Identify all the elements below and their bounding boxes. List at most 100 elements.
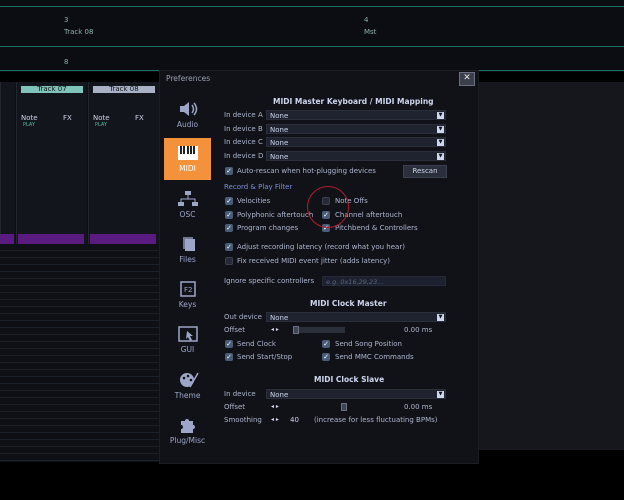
- puzzle-icon: [180, 419, 195, 433]
- nav-gui[interactable]: GUI: [164, 319, 211, 361]
- send-start-stop-checkbox[interactable]: ✓: [225, 353, 233, 361]
- send-start-stop-label: Send Start/Stop: [237, 353, 293, 361]
- in-device-b-select[interactable]: None ▼: [266, 124, 446, 134]
- smoothing-value[interactable]: 40: [290, 416, 299, 424]
- meter-rows: [0, 244, 160, 462]
- track-name: Mst: [364, 28, 377, 36]
- piano-keys-icon: [177, 146, 198, 160]
- velocities-label: Velocities: [237, 197, 271, 205]
- annotation-circle: [307, 186, 349, 228]
- auto-rescan-label: Auto-rescan when hot-plugging devices: [237, 167, 376, 175]
- strip-name: Track 08: [93, 86, 155, 93]
- cursor-window-icon: [177, 326, 198, 342]
- fx-label: FX: [63, 114, 72, 122]
- keyboard-key-icon: F2: [179, 281, 196, 297]
- network-icon: [177, 191, 198, 206]
- nav-osc[interactable]: OSC: [164, 184, 211, 226]
- master-offset-slider[interactable]: [293, 327, 345, 333]
- purple-band: [90, 234, 156, 244]
- chevron-down-icon: ▼: [437, 139, 444, 146]
- smoothing-label: Smoothing: [224, 416, 262, 424]
- fx-label: FX: [135, 114, 144, 122]
- chevron-down-icon: ▼: [437, 126, 444, 133]
- nav-label: OSC: [179, 210, 196, 219]
- nav-label: Keys: [178, 300, 197, 309]
- program-changes-label: Program changes: [237, 224, 299, 232]
- palette-icon: [179, 372, 199, 388]
- track-number: 8: [64, 58, 69, 66]
- master-offset-value: 0.00 ms: [404, 326, 433, 334]
- nav-label: MIDI: [179, 164, 196, 173]
- track-arranger: 3 4 Track 08 Mst 8: [0, 0, 624, 72]
- in-device-d-label: In device D: [224, 152, 264, 160]
- pitchbend-label: Pitchbend & Controllers: [335, 224, 418, 232]
- play-badge: PLAY: [95, 122, 108, 128]
- in-device-c-select[interactable]: None ▼: [266, 137, 446, 147]
- nav-plug-misc[interactable]: Plug/Misc: [164, 410, 211, 452]
- speaker-icon: [179, 102, 197, 116]
- section-title-clock-master: MIDI Clock Master: [310, 299, 387, 308]
- program-changes-checkbox[interactable]: ✓: [225, 224, 233, 232]
- chevron-down-icon: ▼: [437, 391, 444, 398]
- close-button[interactable]: ✕: [459, 72, 475, 86]
- send-mmc-checkbox[interactable]: ✓: [322, 353, 330, 361]
- poly-aftertouch-checkbox[interactable]: ✓: [225, 211, 233, 219]
- purple-band: [0, 234, 14, 244]
- chevron-down-icon: ▼: [437, 112, 444, 119]
- nav-theme[interactable]: Theme: [164, 365, 211, 407]
- poly-aftertouch-label: Polyphonic aftertouch: [237, 211, 314, 219]
- track-number: 3: [64, 16, 69, 24]
- chevron-down-icon: ▼: [437, 153, 444, 160]
- send-mmc-label: Send MMC Commands: [335, 353, 414, 361]
- send-clock-checkbox[interactable]: ✓: [225, 340, 233, 348]
- fix-jitter-checkbox[interactable]: [225, 257, 233, 265]
- in-device-d-select[interactable]: None ▼: [266, 151, 446, 161]
- mixer-panel: Track 07 Note FX PLAY Track 08 Note FX P…: [0, 82, 160, 462]
- auto-rescan-checkbox[interactable]: ✓: [225, 167, 233, 175]
- master-offset-label: Offset: [224, 326, 246, 334]
- note-label: Note: [93, 114, 110, 122]
- offset-stepper[interactable]: ◂ ▸: [271, 326, 279, 333]
- track-number: 4: [364, 16, 369, 24]
- send-song-position-label: Send Song Position: [335, 340, 402, 348]
- slider-thumb[interactable]: [341, 403, 347, 411]
- track-name: Track 08: [64, 28, 94, 36]
- out-device-label: Out device: [224, 313, 262, 321]
- nav-label: Files: [179, 255, 196, 264]
- in-device-b-label: In device B: [224, 125, 263, 133]
- nav-files[interactable]: Files: [164, 229, 211, 271]
- in-device-label: In device: [224, 390, 256, 398]
- nav-audio[interactable]: Audio: [164, 94, 211, 136]
- chevron-down-icon: ▼: [437, 314, 444, 321]
- rescan-button[interactable]: Rescan: [403, 165, 447, 178]
- in-device-a-label: In device A: [224, 111, 263, 119]
- in-device-a-select[interactable]: None ▼: [266, 110, 446, 120]
- send-song-position-checkbox[interactable]: ✓: [322, 340, 330, 348]
- ignore-controllers-input[interactable]: e.g. 0x16,29,23...: [322, 276, 446, 286]
- note-label: Note: [21, 114, 38, 122]
- strip-name: Track 07: [21, 86, 83, 93]
- nav-label: Theme: [174, 391, 201, 400]
- nav-label: Audio: [176, 120, 199, 129]
- svg-text:F2: F2: [184, 286, 192, 294]
- out-device-select[interactable]: None ▼: [266, 312, 446, 322]
- files-icon: [182, 237, 195, 251]
- offset-stepper[interactable]: ◂ ▸: [271, 403, 279, 410]
- nav-midi[interactable]: MIDI: [164, 138, 211, 180]
- purple-band: [18, 234, 84, 244]
- smoothing-hint: (increase for less fluctuating BPMs): [314, 416, 438, 424]
- slave-in-device-select[interactable]: None ▼: [266, 389, 446, 399]
- section-title-clock-slave: MIDI Clock Slave: [314, 375, 385, 384]
- send-clock-label: Send Clock: [237, 340, 276, 348]
- play-badge: PLAY: [23, 122, 36, 128]
- in-device-c-label: In device C: [224, 138, 263, 146]
- velocities-checkbox[interactable]: ✓: [225, 197, 233, 205]
- nav-keys[interactable]: F2 Keys: [164, 274, 211, 316]
- slider-thumb[interactable]: [293, 326, 299, 334]
- smoothing-stepper[interactable]: ◂ ▸: [271, 416, 279, 423]
- nav-label: GUI: [180, 345, 195, 354]
- fix-jitter-label: Fix received MIDI event jitter (adds lat…: [237, 257, 391, 265]
- adjust-latency-checkbox[interactable]: ✓: [225, 243, 233, 251]
- nav-label: Plug/Misc: [169, 436, 206, 445]
- slave-offset-value: 0.00 ms: [404, 403, 433, 411]
